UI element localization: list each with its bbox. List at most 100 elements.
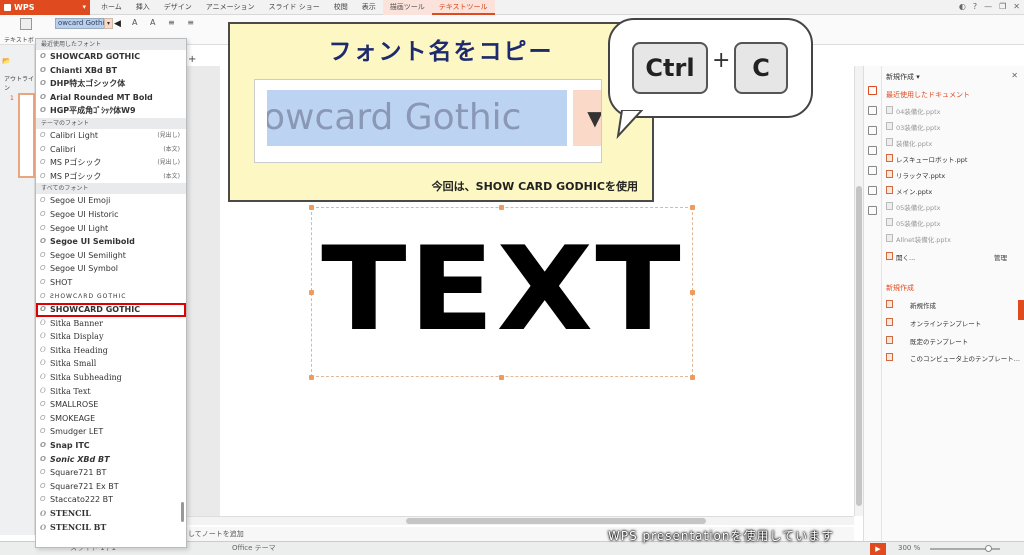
recent-doc-item[interactable]: 04装備化.pptx <box>896 106 940 116</box>
pane-collapse-handle[interactable] <box>1018 300 1024 320</box>
zoomed-dropdown-arrow-icon: ▼ <box>573 90 601 146</box>
font-item[interactable]: O Sitka Banner <box>36 317 186 331</box>
recent-doc-item[interactable]: 03装備化.pptx <box>896 122 940 132</box>
font-item[interactable]: O Square721 BT <box>36 466 186 480</box>
font-item[interactable]: O SHOWCARD GOTHIC <box>36 50 186 64</box>
font-item[interactable]: O Segoe UI Semibold <box>36 235 186 249</box>
resize-handle[interactable] <box>690 205 695 210</box>
font-item[interactable]: O Sitka Display <box>36 330 186 344</box>
font-item[interactable]: O Staccato222 BT <box>36 493 186 507</box>
new-item[interactable]: 既定のテンプレート <box>910 336 968 346</box>
recent-doc-item[interactable]: リラックマ.pptx <box>896 170 945 180</box>
layout-icon[interactable] <box>868 126 877 135</box>
font-item-selected[interactable]: O SHOWCARD GOTHIC <box>36 303 186 317</box>
font-item[interactable]: O Calibri Light (見出し) <box>36 129 186 143</box>
task-pane-title[interactable]: 新規作成 ▾ <box>886 72 920 82</box>
manage-link[interactable]: 管理 <box>994 252 1007 262</box>
minimize-icon[interactable]: — <box>984 2 992 11</box>
wps-menu-button[interactable]: WPS Presentation ▾ <box>0 0 90 27</box>
font-role-tag: (本文) <box>163 145 180 153</box>
tab-design[interactable]: デザイン <box>157 0 199 15</box>
transition-icon[interactable] <box>868 166 877 175</box>
resize-handle[interactable] <box>499 375 504 380</box>
new-item[interactable]: このコンピュータ上のテンプレート... <box>910 353 1020 363</box>
font-item[interactable]: O Snap ITC <box>36 439 186 453</box>
backup-icon[interactable] <box>868 206 877 215</box>
font-item[interactable]: O Arial Rounded MT Bold <box>36 91 186 105</box>
horizontal-scrollbar[interactable] <box>186 516 854 525</box>
skin-icon[interactable]: ◐ <box>959 2 966 11</box>
font-dropdown-arrow[interactable]: ▾ <box>104 18 113 29</box>
slide-big-text[interactable]: TEXT <box>296 225 709 355</box>
close-icon[interactable]: ✕ <box>1011 71 1018 80</box>
tab-outline[interactable]: アウトライン <box>4 74 34 92</box>
font-item[interactable]: O Segoe UI Symbol <box>36 262 186 276</box>
font-item[interactable]: O SMOKEAGE <box>36 412 186 426</box>
font-item[interactable]: O SHOT <box>36 276 186 290</box>
dropdown-scroll-thumb[interactable] <box>181 502 184 522</box>
tab-view[interactable]: 表示 <box>355 0 383 15</box>
restore-icon[interactable]: ❐ <box>999 2 1006 11</box>
resize-handle[interactable] <box>499 205 504 210</box>
shape-icon[interactable] <box>868 186 877 195</box>
font-item[interactable]: O Segoe UI Semilight <box>36 249 186 263</box>
font-item[interactable]: O Sitka Subheading <box>36 371 186 385</box>
font-name-combo[interactable]: owcard Gothic <box>55 18 105 29</box>
recent-doc-item[interactable]: 05装備化.pptx <box>896 218 940 228</box>
font-item[interactable]: O Square721 Ex BT <box>36 480 186 494</box>
font-name: Chianti XBd BT <box>50 65 118 75</box>
tab-drawing-tools[interactable]: 描画ツール <box>382 0 432 15</box>
horizontal-scroll-thumb[interactable] <box>406 518 706 524</box>
tab-text-tools[interactable]: テキストツール <box>431 0 495 15</box>
font-item[interactable]: O STENCIL BT <box>36 521 186 535</box>
recent-doc-item[interactable]: メイン.pptx <box>896 186 932 196</box>
font-size-buttons[interactable]: A A ≡ ≡ <box>132 18 199 27</box>
open-link[interactable]: 開く... <box>896 252 915 262</box>
resize-handle[interactable] <box>309 205 314 210</box>
recent-doc-item[interactable]: レスキューロボット.ppt <box>896 154 967 164</box>
zoom-knob[interactable] <box>985 545 992 552</box>
font-item[interactable]: O SMALLROSE <box>36 398 186 412</box>
animation-icon[interactable] <box>868 146 877 155</box>
font-item[interactable]: O Calibri (本文) <box>36 143 186 157</box>
font-item[interactable]: O STENCIL <box>36 507 186 521</box>
tab-slideshow[interactable]: スライド ショー <box>262 0 327 15</box>
text-box-icon[interactable] <box>20 18 32 30</box>
font-item[interactable]: O Segoe UI Emoji <box>36 194 186 208</box>
new-item[interactable]: 新規作成 <box>910 300 936 310</box>
vertical-scrollbar[interactable] <box>854 66 863 516</box>
font-item[interactable]: O Segoe UI Historic <box>36 208 186 222</box>
tab-insert[interactable]: 挿入 <box>129 0 157 15</box>
font-item[interactable]: O MS Pゴシック (見出し) <box>36 156 186 170</box>
font-item[interactable]: O Smudger LET <box>36 425 186 439</box>
font-item[interactable]: O Chianti XBd BT <box>36 64 186 78</box>
new-doc-icon[interactable] <box>868 86 877 95</box>
font-item[interactable]: O MS Pゴシック (本文) <box>36 170 186 184</box>
resize-handle[interactable] <box>309 375 314 380</box>
new-tab-plus-icon[interactable]: + <box>188 54 196 65</box>
new-item[interactable]: オンラインテンプレート <box>910 318 981 328</box>
close-icon[interactable]: ✕ <box>1013 2 1020 11</box>
font-item[interactable]: O ƧHOWCΛRD GOTHIC <box>36 290 186 304</box>
help-icon[interactable]: ? <box>973 2 977 11</box>
font-item[interactable]: O DHP特太ゴシック体 <box>36 77 186 91</box>
font-dropdown-list[interactable]: 最近使用したフォント O SHOWCARD GOTHIC O Chianti XBd… <box>35 38 187 548</box>
style-icon[interactable] <box>868 106 877 115</box>
recent-doc-item[interactable]: Allnet装備化.pptx <box>896 234 951 244</box>
tab-animation[interactable]: アニメーション <box>199 0 262 15</box>
recent-doc-item[interactable]: 装備化.pptx <box>896 138 932 148</box>
tab-review[interactable]: 校閲 <box>327 0 355 15</box>
vertical-scroll-thumb[interactable] <box>856 186 862 506</box>
open-folder-icon[interactable]: 📂 <box>2 57 11 65</box>
slide-thumbnail[interactable] <box>18 93 35 178</box>
recent-doc-item[interactable]: 05装備化.pptx <box>896 202 940 212</box>
font-item[interactable]: O Sitka Text <box>36 385 186 399</box>
font-item[interactable]: O Segoe UI Light <box>36 222 186 236</box>
font-item[interactable]: O Sitka Heading <box>36 344 186 358</box>
tab-home[interactable]: ホーム <box>94 0 129 15</box>
font-item[interactable]: O Sonic XBd BT <box>36 453 186 467</box>
resize-handle[interactable] <box>690 375 695 380</box>
font-item[interactable]: O Sitka Small <box>36 357 186 371</box>
font-item[interactable]: O HGP平成角ｺﾞｼｯｸ体W9 <box>36 104 186 118</box>
play-icon[interactable]: ▶ <box>870 543 886 555</box>
